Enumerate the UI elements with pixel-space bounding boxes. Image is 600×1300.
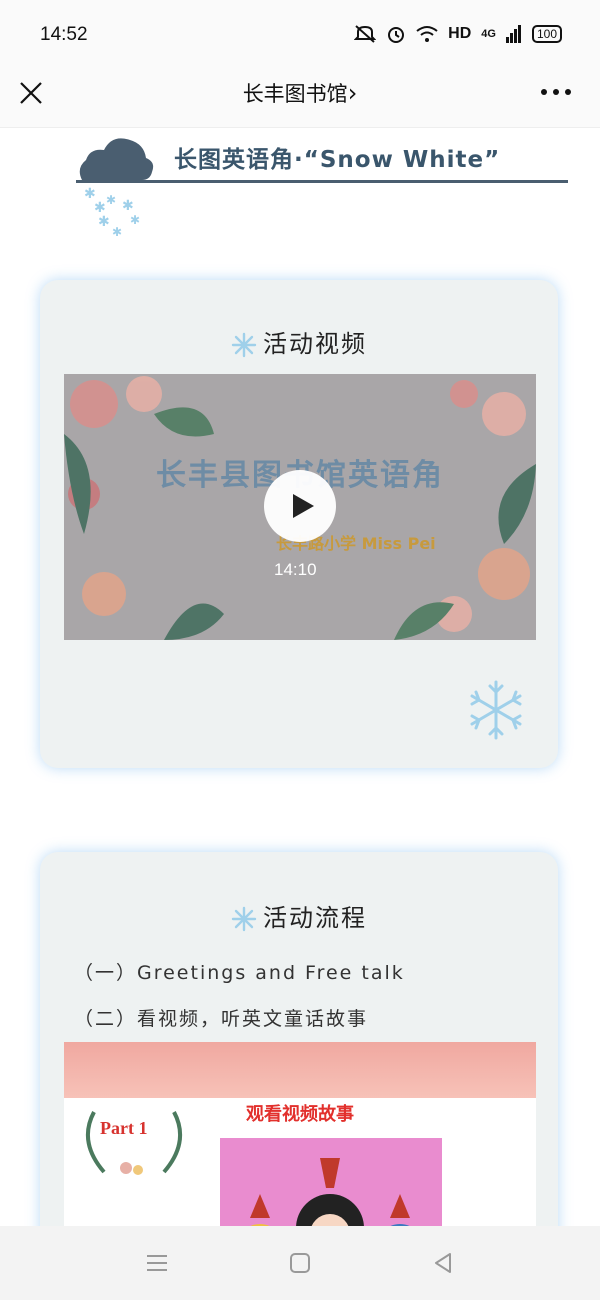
svg-text:✱: ✱	[122, 198, 134, 214]
snowflake-icon	[231, 332, 257, 358]
slide-image: 观看视频故事 Part 1	[64, 1042, 536, 1226]
video-card: 活动视频 长丰县	[40, 280, 558, 768]
laurel-wreath-icon	[86, 1111, 182, 1175]
cloud-icon: ✱ ✱ ✱ ✱ ✱ ✱ ✱	[79, 138, 154, 239]
svg-text:✱: ✱	[112, 225, 122, 239]
play-icon	[293, 494, 314, 518]
flow-item-1: （一）Greetings and Free talk	[74, 962, 405, 984]
header-divider	[76, 180, 568, 183]
home-key-icon[interactable]	[287, 1250, 313, 1276]
system-nav-bar	[0, 1226, 600, 1300]
signal-icon	[505, 25, 521, 43]
status-time: 14:52	[40, 24, 88, 45]
signal-label: 4G	[481, 28, 496, 40]
mute-icon	[354, 25, 377, 43]
slide-ribbon	[64, 1042, 536, 1098]
chevron-right-icon: ›	[347, 79, 358, 107]
video-duration: 14:10	[274, 560, 317, 579]
flow-item-2: （二）看视频，听英文童话故事	[74, 1008, 369, 1030]
status-icons: HD 4G 100	[354, 24, 562, 44]
wifi-icon	[416, 26, 438, 42]
menu-key-icon[interactable]	[144, 1250, 170, 1276]
video-player[interactable]: 长丰县图书馆英语角 长丰路小学 Miss Pei 14:10	[64, 374, 536, 640]
back-key-icon[interactable]	[430, 1250, 456, 1276]
video-card-heading: 活动视频	[40, 324, 558, 359]
nav-bar: 长丰图书馆›	[0, 70, 600, 128]
header-banner: ✱ ✱ ✱ ✱ ✱ ✱ ✱ 长图英语角·“Snow White”	[76, 128, 576, 248]
battery-indicator: 100	[531, 25, 562, 43]
svg-text:✱: ✱	[106, 193, 116, 207]
svg-text:✱: ✱	[130, 213, 140, 227]
more-icon[interactable]	[538, 82, 574, 102]
account-title-link[interactable]: 长丰图书馆›	[0, 78, 600, 108]
alarm-icon	[388, 27, 405, 43]
flow-card-heading: 活动流程	[40, 898, 558, 933]
flow-card-heading-text: 活动流程	[263, 904, 367, 932]
video-card-heading-text: 活动视频	[263, 330, 367, 358]
account-name: 长丰图书馆	[242, 82, 348, 106]
article-header-title: 长图英语角·“Snow White”	[174, 147, 501, 173]
snowflake-decoration-icon	[470, 680, 522, 740]
slide-part-label: Part 1	[100, 1118, 148, 1138]
svg-text:✱: ✱	[98, 214, 110, 230]
status-bar: 14:52 HD 4G 100	[0, 0, 600, 70]
snowflake-icon	[231, 906, 257, 932]
snow-white-illustration	[220, 1138, 442, 1226]
activity-flow-card: 活动流程 （一）Greetings and Free talk （二）看视频，听…	[40, 852, 558, 1226]
dwarfs-illustration	[250, 1158, 410, 1226]
play-button[interactable]	[264, 470, 336, 542]
article-content[interactable]: ✱ ✱ ✱ ✱ ✱ ✱ ✱ 长图英语角·“Snow White” 活动视频 长丰…	[0, 128, 600, 1226]
network-label: HD	[448, 25, 472, 42]
